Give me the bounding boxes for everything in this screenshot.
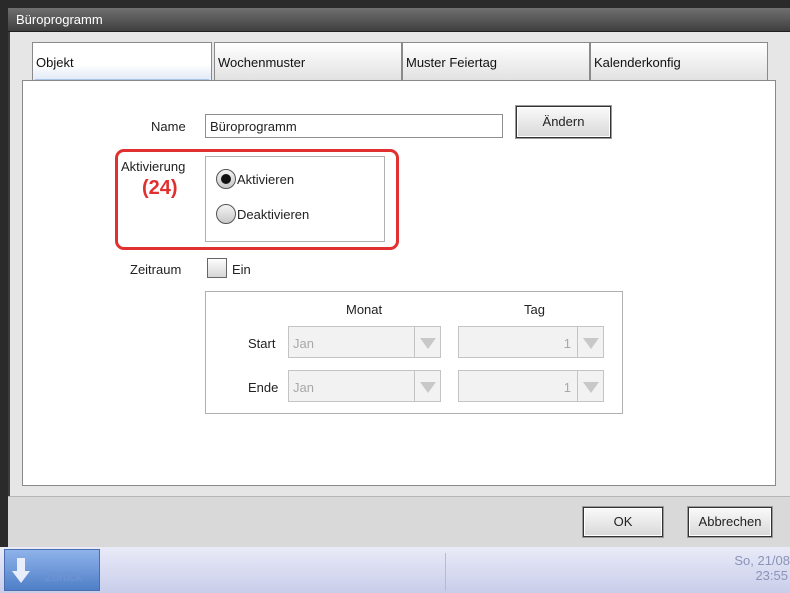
callout-number: (24)	[142, 177, 178, 199]
dialog: Objekt Wochenmuster Muster Feiertag Kale…	[8, 32, 790, 547]
activation-group: Aktivieren Deaktivieren	[205, 156, 385, 242]
radio-deactivate-label: Deaktivieren	[237, 206, 310, 222]
end-day-value: 1	[563, 380, 571, 395]
radio-deactivate-button[interactable]	[216, 204, 236, 224]
back-button-label: Zurück	[45, 570, 82, 584]
radio-deactivate[interactable]: Deaktivieren	[216, 203, 309, 225]
period-checkbox[interactable]	[207, 258, 227, 278]
ok-button[interactable]: OK	[583, 507, 663, 537]
window-title: Büroprogramm	[8, 8, 790, 32]
start-month-select[interactable]: Jan	[288, 326, 441, 358]
clock: So, 21/08 23:55	[734, 553, 790, 583]
tab-panel: Name Büroprogramm Ändern Aktivierung (24…	[22, 80, 776, 486]
name-input[interactable]: Büroprogramm	[205, 114, 503, 138]
chevron-down-icon[interactable]	[414, 327, 440, 357]
tab-kalenderkonfig[interactable]: Kalenderkonfig	[590, 42, 768, 80]
tab-wochenmuster[interactable]: Wochenmuster	[214, 42, 402, 80]
day-header: Tag	[524, 302, 545, 317]
period-checkbox-label: Ein	[232, 262, 251, 277]
end-day-select[interactable]: 1	[458, 370, 604, 402]
name-label: Name	[151, 119, 186, 134]
start-day-value: 1	[563, 336, 571, 351]
tab-objekt[interactable]: Objekt	[32, 42, 212, 82]
chevron-down-icon[interactable]	[414, 371, 440, 401]
tab-muster-feiertag[interactable]: Muster Feiertag	[402, 42, 590, 80]
arrow-down-icon	[12, 558, 30, 584]
dialog-footer: OK Abbrechen	[8, 496, 790, 547]
change-button[interactable]: Ändern	[516, 106, 611, 138]
back-button[interactable]: Zurück	[4, 549, 100, 591]
chevron-down-icon[interactable]	[577, 327, 603, 357]
period-group: Monat Tag Start Jan 1 Ende Jan 1	[205, 291, 623, 414]
start-day-select[interactable]: 1	[458, 326, 604, 358]
clock-date: So, 21/08	[734, 553, 790, 568]
month-header: Monat	[346, 302, 383, 317]
radio-activate[interactable]: Aktivieren	[216, 168, 294, 190]
start-month-value: Jan	[293, 336, 314, 351]
chevron-down-icon[interactable]	[577, 371, 603, 401]
end-month-select[interactable]: Jan	[288, 370, 441, 402]
end-month-value: Jan	[293, 380, 314, 395]
end-label: Ende	[248, 380, 279, 395]
taskbar: Zurück So, 21/08 23:55	[0, 547, 790, 593]
period-label: Zeitraum	[130, 262, 182, 277]
taskbar-divider	[445, 553, 446, 591]
clock-time: 23:55	[755, 568, 788, 583]
activation-label: Aktivierung	[121, 159, 186, 174]
radio-activate-label: Aktivieren	[237, 171, 295, 187]
radio-activate-button[interactable]	[216, 169, 236, 189]
cancel-button[interactable]: Abbrechen	[688, 507, 772, 537]
start-label: Start	[248, 336, 276, 351]
